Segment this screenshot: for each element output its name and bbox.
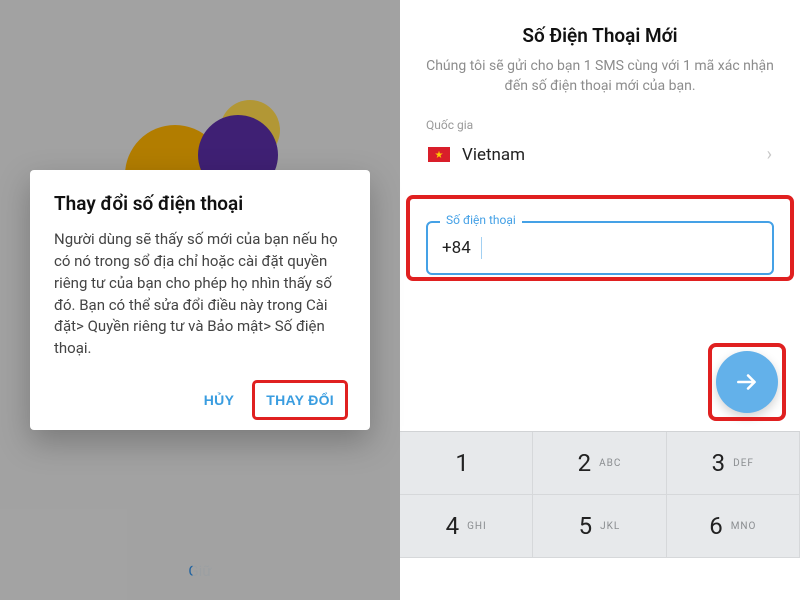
phone-prefix: +84 xyxy=(442,238,471,258)
key-4[interactable]: 4GHI xyxy=(400,495,533,558)
arrow-right-icon xyxy=(734,369,760,395)
modal-scrim[interactable]: Thay đổi số điện thoại Người dùng sẽ thấ… xyxy=(0,0,400,600)
chevron-right-icon: › xyxy=(767,144,772,165)
flag-vietnam-icon xyxy=(428,147,450,162)
change-number-confirm-screen: Giữ Thay đổi số điện thoại Người dùng sẽ… xyxy=(0,0,400,600)
next-button-highlight xyxy=(712,347,782,417)
country-label: Quốc gia xyxy=(426,118,778,132)
key-2[interactable]: 2ABC xyxy=(533,432,666,495)
key-6[interactable]: 6MNO xyxy=(667,495,800,558)
phone-label: Số điện thoại xyxy=(440,213,522,227)
page-title: Số Điện Thoại Mới xyxy=(426,24,774,47)
dialog-body: Người dùng sẽ thấy số mới của bạn nếu họ… xyxy=(54,229,346,360)
phone-input-container[interactable]: +84 xyxy=(426,221,774,275)
key-3[interactable]: 3DEF xyxy=(667,432,800,495)
input-cursor xyxy=(481,237,482,259)
phone-field-highlight: Số điện thoại +84 xyxy=(410,199,790,277)
dialog-title: Thay đổi số điện thoại xyxy=(54,192,346,215)
confirm-button[interactable]: THAY ĐỔI xyxy=(254,382,346,418)
key-1[interactable]: 1 xyxy=(400,432,533,495)
country-name: Vietnam xyxy=(462,145,755,165)
numeric-keypad: 1 2ABC 3DEF 4GHI 5JKL 6MNO xyxy=(400,431,800,558)
dialog-actions: HỦY THAY ĐỔI xyxy=(54,382,346,418)
new-phone-number-screen: Số Điện Thoại Mới Chúng tôi sẽ gửi cho b… xyxy=(400,0,800,600)
change-number-dialog: Thay đổi số điện thoại Người dùng sẽ thấ… xyxy=(30,170,370,430)
page-subtitle: Chúng tôi sẽ gửi cho bạn 1 SMS cùng với … xyxy=(426,57,774,96)
next-button[interactable] xyxy=(716,351,778,413)
country-selector[interactable]: Vietnam › xyxy=(422,136,778,177)
phone-input[interactable] xyxy=(492,238,758,258)
cancel-button[interactable]: HỦY xyxy=(192,382,246,418)
key-5[interactable]: 5JKL xyxy=(533,495,666,558)
